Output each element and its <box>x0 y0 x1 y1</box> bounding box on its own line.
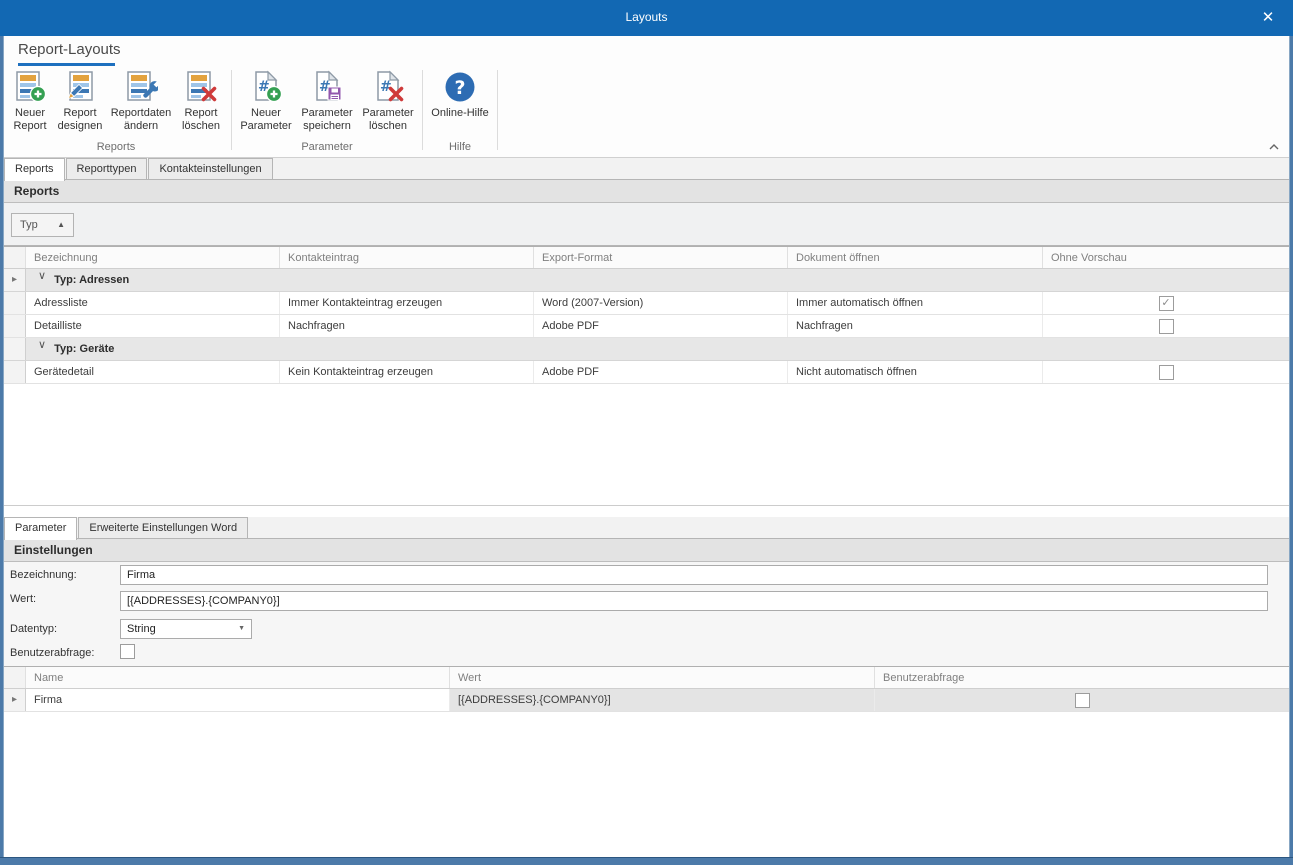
ribbon-separator <box>422 70 423 150</box>
focused-cell: Firma <box>26 689 450 711</box>
chevron-down-icon: ▼ <box>238 620 245 638</box>
ribbon-separator <box>231 70 232 150</box>
table-row-detailliste[interactable]: Detailliste Nachfragen Adobe PDF Nachfra… <box>4 315 1289 338</box>
tab-erweiterte-einstellungen-word[interactable]: Erweiterte Einstellungen Word <box>78 517 248 538</box>
ribbon-group-label-reports: Reports <box>6 141 226 156</box>
reports-grid-header: Bezeichnung Kontakteintrag Export-Format… <box>4 246 1289 269</box>
window-border-right <box>1289 36 1293 865</box>
neuer-parameter-button[interactable]: # NeuerParameter <box>237 66 295 133</box>
delete-report-icon <box>184 70 218 104</box>
column-header-export-format[interactable]: Export-Format <box>534 247 788 268</box>
collapse-ribbon-icon[interactable] <box>1267 140 1281 152</box>
row-indicator: ▸ <box>4 689 26 711</box>
save-parameter-icon: # <box>310 70 344 104</box>
group-by-panel: Typ ▲ <box>4 203 1289 246</box>
column-header-bezeichnung[interactable]: Bezeichnung <box>26 247 280 268</box>
sort-ascending-icon: ▲ <box>57 214 65 236</box>
neuer-report-button[interactable]: NeuerReport <box>6 66 54 133</box>
column-header-dokument-oeffnen[interactable]: Dokument öffnen <box>788 247 1043 268</box>
benutzerabfrage-checkbox[interactable] <box>120 644 135 659</box>
ribbon-group-label-hilfe: Hilfe <box>428 141 492 156</box>
bezeichnung-field[interactable] <box>120 565 1268 585</box>
column-header-ohne-vorschau[interactable]: Ohne Vorschau <box>1043 247 1289 268</box>
column-header-name[interactable]: Name <box>26 667 450 688</box>
reports-grid: Bezeichnung Kontakteintrag Export-Format… <box>4 246 1289 384</box>
online-help-icon: ? <box>443 70 477 104</box>
ohne-vorschau-checkbox[interactable] <box>1159 319 1174 334</box>
benutzerabfrage-label: Benutzerabfrage: <box>10 647 94 659</box>
pane-splitter[interactable] <box>4 505 1289 506</box>
einstellungen-header: Einstellungen <box>4 539 1289 562</box>
tab-kontakteinstellungen[interactable]: Kontakteinstellungen <box>148 158 272 179</box>
ribbon-group-hilfe: ? Online-Hilfe Hilfe <box>426 66 494 156</box>
wert-field[interactable] <box>120 591 1268 611</box>
benutzerabfrage-row-checkbox[interactable] <box>1075 693 1090 708</box>
ribbon-separator <box>497 70 498 150</box>
tab-parameter[interactable]: Parameter <box>4 517 77 540</box>
parameter-speichern-button[interactable]: # Parameterspeichern <box>295 66 359 133</box>
edit-reportdata-icon <box>124 70 158 104</box>
report-loeschen-button[interactable]: Reportlöschen <box>176 66 226 133</box>
online-hilfe-button[interactable]: ? Online-Hilfe <box>428 66 492 120</box>
titlebar: Layouts ✕ <box>0 0 1293 36</box>
svg-text:?: ? <box>454 77 465 99</box>
bezeichnung-label: Bezeichnung: <box>10 569 77 581</box>
button-label: Neuer <box>15 107 45 119</box>
ribbon-tab-report-layouts[interactable]: Report-Layouts <box>18 41 121 58</box>
reportdaten-aendern-button[interactable]: Reportdatenändern <box>106 66 176 133</box>
column-header-kontakteintrag[interactable]: Kontakteintrag <box>280 247 534 268</box>
group-by-typ-button[interactable]: Typ ▲ <box>11 213 74 237</box>
tab-reporttypen[interactable]: Reporttypen <box>66 158 148 179</box>
layouts-dialog: Layouts ✕ Report-Layouts <box>0 0 1293 865</box>
ribbon: Report-Layouts <box>4 36 1289 158</box>
reports-panel-header: Reports <box>4 180 1289 203</box>
table-row-adressliste[interactable]: Adressliste Immer Kontakteintrag erzeuge… <box>4 292 1289 315</box>
row-indicator: ▸ <box>4 269 26 291</box>
window-title: Layouts <box>0 10 1293 24</box>
ribbon-group-reports: NeuerReport <box>4 66 228 156</box>
ribbon-group-label-parameter: Parameter <box>237 141 417 156</box>
report-designen-button[interactable]: Reportdesignen <box>54 66 106 133</box>
close-icon[interactable]: ✕ <box>1257 8 1279 28</box>
column-header-benutzerabfrage[interactable]: Benutzerabfrage <box>875 667 1289 688</box>
chevron-down-icon[interactable]: ∨ <box>38 269 46 291</box>
row-indicator-header <box>4 247 26 268</box>
parameter-tabstrip: Parameter Erweiterte Einstellungen Word <box>4 517 1289 539</box>
ohne-vorschau-checkbox[interactable] <box>1159 365 1174 380</box>
table-row-geraetedetail[interactable]: Gerätedetail Kein Kontakteintrag erzeuge… <box>4 361 1289 384</box>
main-tabstrip: Reports Reporttypen Kontakteinstellungen <box>4 158 1289 180</box>
tab-reports[interactable]: Reports <box>4 158 65 181</box>
check-icon: ✓ <box>1161 297 1170 310</box>
ribbon-group-parameter: # NeuerParameter # <box>235 66 419 156</box>
datentyp-label: Datentyp: <box>10 623 57 635</box>
window-border-bottom <box>0 857 1293 865</box>
group-row-typ-geraete[interactable]: ∨ Typ: Geräte <box>4 338 1289 361</box>
parameter-loeschen-button[interactable]: # Parameterlöschen <box>359 66 417 133</box>
wert-label: Wert: <box>10 593 36 605</box>
column-header-wert[interactable]: Wert <box>450 667 875 688</box>
table-row-firma[interactable]: ▸ Firma [{ADDRESSES}.{COMPANY0}] <box>4 689 1289 712</box>
group-row-typ-adressen[interactable]: ▸ ∨ Typ: Adressen <box>4 269 1289 292</box>
design-report-icon <box>63 70 97 104</box>
datentyp-dropdown[interactable]: String ▼ <box>120 619 252 639</box>
new-report-icon <box>13 70 47 104</box>
parameter-grid: Name Wert Benutzerabfrage ▸ Firma [{ADDR… <box>4 666 1289 712</box>
ohne-vorschau-checkbox[interactable]: ✓ <box>1159 296 1174 311</box>
new-parameter-icon: # <box>249 70 283 104</box>
einstellungen-form: Bezeichnung: Wert: Datentyp: String ▼ Be… <box>4 562 1289 666</box>
chevron-down-icon[interactable]: ∨ <box>38 338 46 360</box>
delete-parameter-icon: # <box>371 70 405 104</box>
parameter-grid-header: Name Wert Benutzerabfrage <box>4 666 1289 689</box>
